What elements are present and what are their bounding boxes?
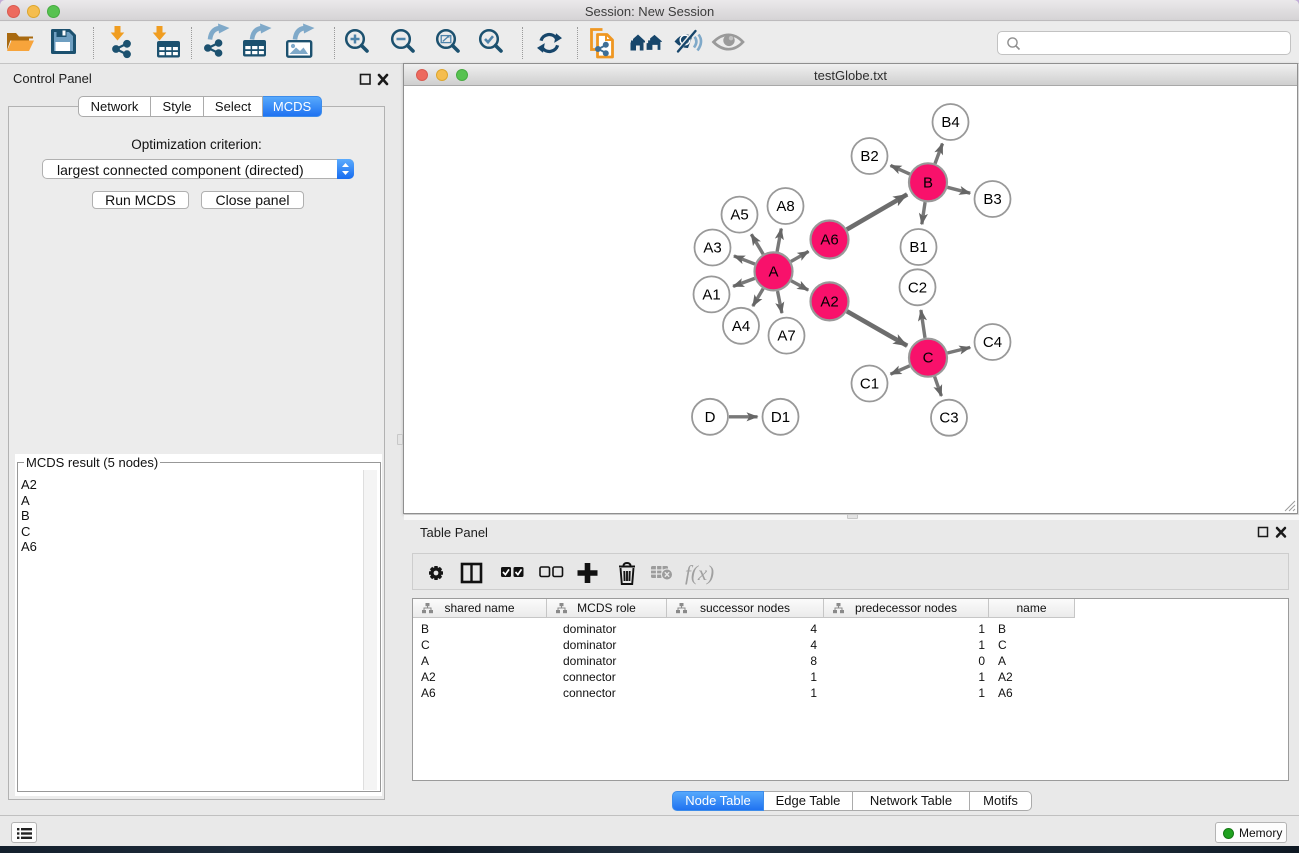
svg-text:A2: A2 [820,293,838,310]
svg-text:A7: A7 [777,328,795,345]
svg-text:C2: C2 [908,279,927,296]
svg-text:D: D [705,409,716,426]
svg-text:A1: A1 [702,286,720,303]
svg-text:C: C [923,350,934,367]
svg-text:B: B [923,174,933,191]
svg-text:C1: C1 [860,376,879,393]
svg-text:C4: C4 [983,334,1002,351]
svg-text:B1: B1 [909,239,927,256]
svg-text:A3: A3 [703,240,721,257]
svg-text:A5: A5 [730,207,748,224]
svg-text:B4: B4 [941,114,959,131]
svg-text:B2: B2 [860,148,878,165]
svg-text:A: A [768,263,778,280]
svg-text:f(x): f(x) [685,561,714,585]
svg-text:A8: A8 [776,198,794,215]
svg-text:B3: B3 [983,191,1001,208]
svg-text:A6: A6 [820,232,838,249]
svg-text:C3: C3 [939,410,958,427]
svg-text:D1: D1 [771,409,790,426]
svg-text:A4: A4 [732,318,750,335]
